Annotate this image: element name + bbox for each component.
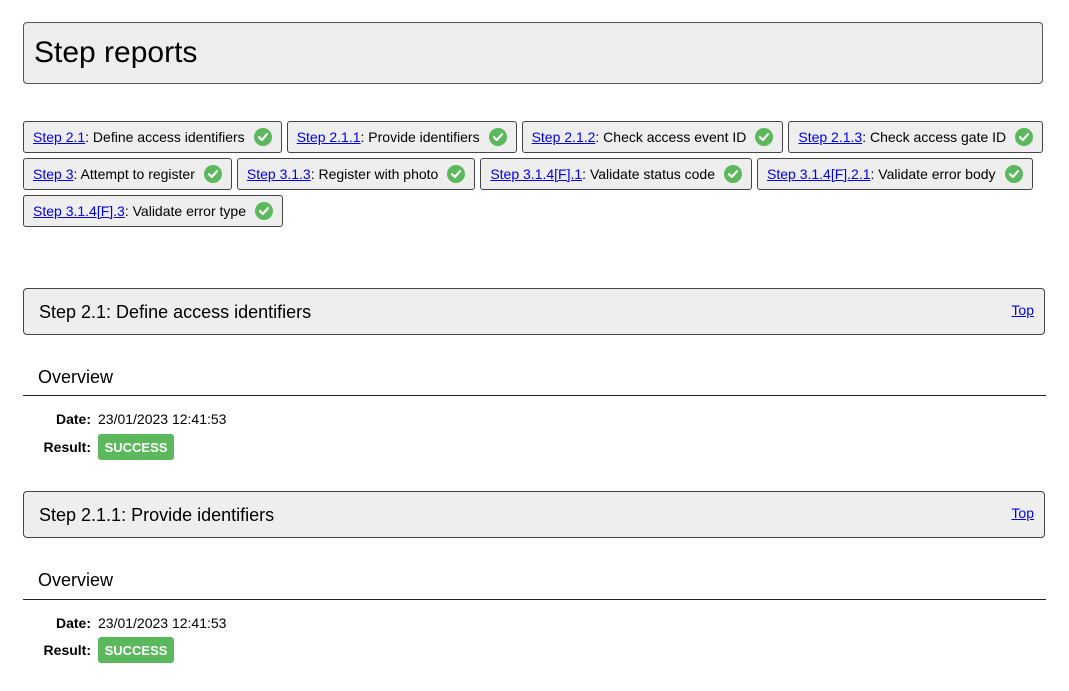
step-chip: Step 2.1.2 : Check access event ID	[521, 121, 784, 153]
result-label: Result:	[43, 642, 91, 658]
step-chip-link[interactable]: Step 3.1.4[F].3	[33, 203, 125, 219]
section-title: Step 2.1.1: Provide identifiers	[39, 505, 275, 525]
step-chip-label: : Validate error type	[124, 203, 246, 219]
step-chip-label: : Check access event ID	[595, 129, 747, 145]
section-header: Step 2.1: Define access identifiers Top	[23, 288, 1045, 335]
step-chip: Step 2.1.3 : Check access gate ID	[788, 121, 1044, 153]
step-chip-link[interactable]: Step 3.1.4[F].1	[490, 166, 582, 182]
date-label: Date:	[55, 411, 91, 427]
date-value: 23/01/2023 12:41:53	[98, 615, 227, 631]
step-chip-label: : Check access gate ID	[862, 129, 1007, 145]
step-chip-label: : Provide identifiers	[360, 129, 480, 145]
check-circle-icon	[488, 128, 507, 146]
overview-heading: Overview	[38, 367, 114, 387]
status-badge: SUCCESS	[98, 637, 174, 663]
section-title: Step 2.1: Define access identifiers	[39, 302, 312, 322]
section-header: Step 2.1.1: Provide identifiers Top	[23, 491, 1045, 538]
check-circle-icon	[447, 165, 466, 183]
step-chip-link[interactable]: Step 3.1.3	[247, 166, 311, 182]
check-circle-icon	[1004, 165, 1023, 183]
step-chip-label: : Attempt to register	[73, 166, 195, 182]
top-link[interactable]: Top	[1011, 505, 1034, 521]
step-chip: Step 3.1.4[F].2.1 : Validate error body	[757, 158, 1033, 190]
date-label: Date:	[55, 615, 91, 631]
divider	[23, 395, 1046, 396]
check-circle-icon	[203, 165, 222, 183]
step-chip: Step 3.1.4[F].1 : Validate status code	[480, 158, 752, 190]
overview-heading: Overview	[38, 570, 114, 590]
status-badge: SUCCESS	[98, 434, 174, 460]
date-value: 23/01/2023 12:41:53	[98, 411, 227, 427]
page-title: Step reports	[34, 36, 198, 69]
top-link[interactable]: Top	[1011, 302, 1034, 318]
step-chip-label: : Register with photo	[310, 166, 439, 182]
step-chip: Step 3 : Attempt to register	[23, 158, 232, 190]
step-chip: Step 2.1 : Define access identifiers	[23, 121, 282, 153]
result-label: Result:	[43, 439, 91, 455]
step-chip-link[interactable]: Step 2.1.1	[297, 129, 361, 145]
step-chip-link[interactable]: Step 2.1.3	[798, 129, 862, 145]
check-circle-icon	[755, 128, 774, 146]
page-header: Step reports	[23, 22, 1043, 84]
step-chip-link[interactable]: Step 2.1.2	[532, 129, 596, 145]
step-chip-label: : Validate error body	[870, 166, 996, 182]
divider	[23, 599, 1046, 600]
check-circle-icon	[724, 165, 742, 183]
step-chip-link[interactable]: Step 2.1	[33, 129, 85, 145]
check-circle-icon	[254, 202, 273, 220]
check-circle-icon	[253, 128, 272, 146]
step-chip-label: : Validate status code	[582, 166, 715, 182]
step-chip: Step 3.1.3 : Register with photo	[236, 158, 476, 190]
step-chip-label: : Define access identifiers	[85, 129, 245, 145]
check-circle-icon	[1015, 128, 1034, 146]
step-chip-link[interactable]: Step 3.1.4[F].2.1	[767, 166, 871, 182]
step-chip-link[interactable]: Step 3	[33, 166, 73, 182]
step-chip: Step 2.1.1 : Provide identifiers	[286, 121, 517, 153]
step-chip-list: Step 2.1 : Define access identifiers Ste…	[23, 121, 1053, 227]
step-chip: Step 3.1.4[F].3 : Validate error type	[23, 195, 283, 227]
